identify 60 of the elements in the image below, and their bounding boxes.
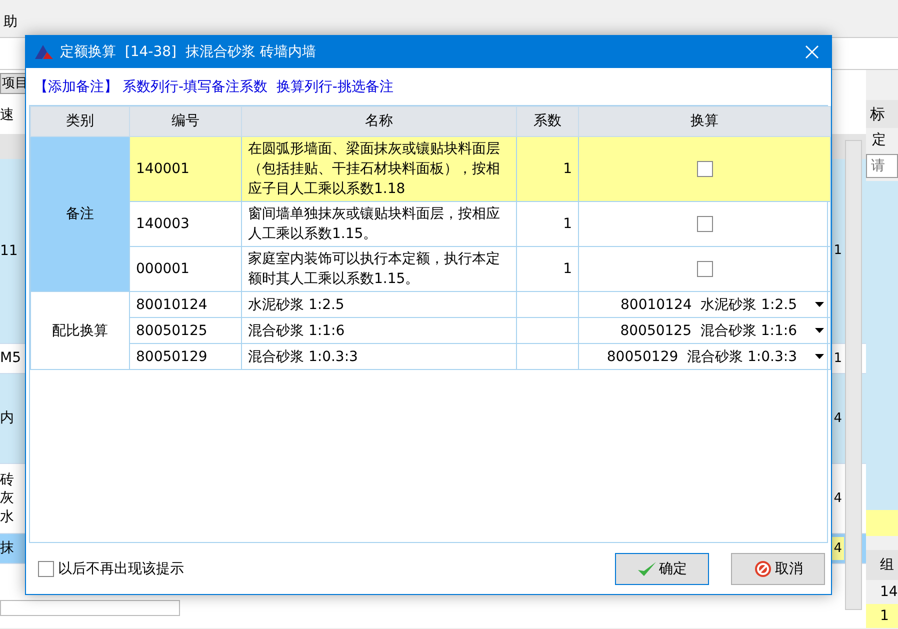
table-cell: 窗间墙单独抹灰或镶贴块料面层，按相应人工乘以系数1.15。 — [242, 202, 516, 246]
close-icon — [805, 45, 819, 59]
checkmark-icon — [637, 560, 657, 578]
column-header: 换算 — [578, 106, 830, 136]
table-cell: 混合砂浆 1:0.3:3 — [242, 344, 516, 370]
table-cell: 抹 — [0, 539, 14, 558]
app-logo-icon — [34, 44, 54, 60]
column-header: 系数 — [516, 106, 578, 136]
table-cell: 在圆弧形墙面、梁面抹灰或镶贴块料面层（包括挂贴、干挂石材块料面板），按相应子目人工乘以系数1.18 — [242, 136, 516, 202]
table-cell: 140003 — [130, 202, 242, 246]
hint-text: 【添加备注】 系数列行-填写备注系数 换算列行-挑选备注 — [33, 78, 394, 97]
table-cell: 配比换算 — [30, 292, 130, 370]
caret-icon — [815, 302, 824, 307]
scrollbar[interactable] — [0, 600, 180, 616]
table-cell: 4 — [832, 536, 844, 560]
column-header: 组 — [866, 550, 898, 580]
table-cell-text: 14 — [879, 582, 898, 602]
label: 定 — [871, 131, 887, 150]
caret-icon — [815, 328, 824, 333]
checkbox[interactable] — [696, 261, 712, 278]
table-cell: 1 — [516, 136, 578, 202]
table-cell: 水泥砂浆 1:2.5 — [242, 292, 516, 318]
table-cell: 11 — [0, 242, 18, 260]
column-header: 名称 — [242, 106, 516, 136]
table-cell-text: 1 — [832, 350, 843, 368]
table-cell: 80050125 — [130, 318, 242, 344]
ok-button[interactable]: 确定 — [615, 553, 709, 585]
checkbox[interactable] — [38, 561, 54, 577]
column-header: 编号 — [130, 106, 242, 136]
table-cell: 备注 — [30, 136, 130, 292]
tab[interactable]: 标 — [866, 100, 898, 128]
table-cell: 内 — [0, 409, 14, 428]
table-cell: 水 — [0, 508, 14, 526]
scrollbar[interactable] — [845, 140, 862, 610]
table-cell: 80050129 — [130, 344, 242, 370]
menu-item[interactable]: 助 — [0, 12, 21, 33]
table-cell: 000001 — [130, 246, 242, 292]
table-cell: 80010124 — [130, 292, 242, 318]
caret-icon — [815, 354, 824, 359]
table-cell-text: 4 — [832, 410, 843, 428]
table-cell-text: 4 — [832, 490, 843, 508]
prohibited-icon — [753, 560, 773, 578]
table-cell: M5 — [0, 349, 21, 368]
checkbox[interactable] — [696, 161, 712, 178]
checkbox[interactable] — [696, 216, 712, 232]
table-cell: 1 — [866, 604, 898, 628]
window-title: 定额换算 [14-38] 抹混合砂浆 砖墙内墙 — [60, 42, 316, 62]
table-cell: 混合砂浆 1:1:6 — [242, 318, 516, 344]
table-cell: 1 — [516, 246, 578, 292]
column-header: 类别 — [30, 106, 130, 136]
table-cell: 家庭室内装饰可以执行本定额，执行本定额时其人工乘以系数1.15。 — [242, 246, 516, 292]
table-cell: 140001 — [130, 136, 242, 202]
table-cell: 灰 — [0, 489, 14, 508]
table-cell: 砖 — [0, 471, 14, 490]
cancel-button[interactable]: 取消 — [731, 553, 825, 585]
table-cell-text: 1 — [832, 242, 843, 260]
label: 速 — [0, 106, 14, 125]
checkbox-label: 以后不再出现该提示 — [58, 560, 184, 578]
table-cell: 1 — [516, 202, 578, 246]
search-field[interactable]: 请 — [866, 154, 898, 178]
